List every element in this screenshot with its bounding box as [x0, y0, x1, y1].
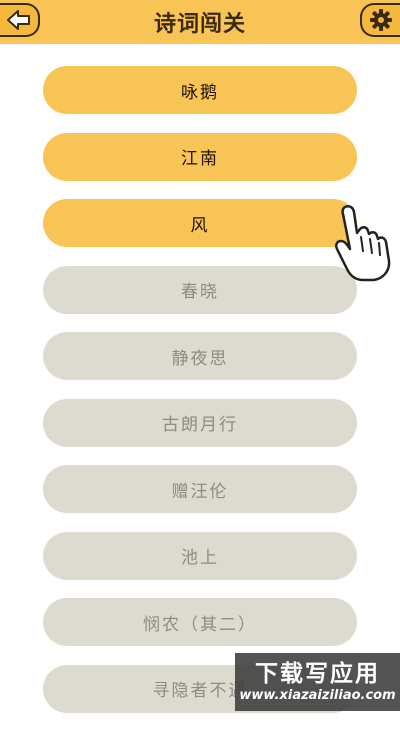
level-button-4[interactable]: 春晓 — [43, 265, 357, 314]
level-button-2[interactable]: 江南 — [43, 132, 357, 181]
level-label: 赠汪伦 — [171, 481, 229, 502]
pointing-hand-icon — [334, 204, 391, 282]
level-label: 古朗月行 — [162, 415, 238, 435]
level-button-9[interactable]: 悯农（其二） — [43, 598, 357, 646]
level-label: 春晓 — [181, 282, 219, 302]
level-button-3[interactable]: 风 — [43, 199, 357, 247]
level-button-7[interactable]: 赠汪伦 — [43, 465, 357, 513]
site-watermark: 下载写应用 www.xiazaiziliao.com — [235, 653, 400, 711]
level-label: 静夜思 — [171, 348, 229, 369]
level-label: 江南 — [181, 149, 219, 169]
level-label: 咏鹅 — [181, 82, 219, 103]
back-arrow-icon — [7, 10, 30, 30]
level-button-6[interactable]: 古朗月行 — [43, 398, 357, 447]
level-button-5[interactable]: 静夜思 — [43, 332, 357, 380]
page-title: 诗词闯关 — [153, 12, 246, 37]
level-button-8[interactable]: 池上 — [43, 531, 357, 580]
level-label: 风 — [190, 215, 210, 236]
level-button-1[interactable]: 咏鹅 — [43, 66, 357, 114]
top-bar: 诗词闯关 — [0, 0, 400, 44]
watermark-title: 下载写应用 — [255, 661, 380, 687]
settings-button[interactable] — [360, 3, 400, 37]
gear-icon — [370, 9, 392, 31]
level-label: 悯农（其二） — [143, 614, 257, 635]
level-label: 寻隐者不遇 — [152, 681, 248, 701]
level-list: 咏鹅 江南 风 春晓 静夜思 古朗月行 赠汪伦 池上 悯农（其二） 寻隐者不遇 — [43, 66, 357, 731]
watermark-url: www.xiazaiziliao.com — [239, 688, 396, 703]
level-label: 池上 — [181, 548, 219, 568]
back-button[interactable] — [0, 3, 40, 37]
